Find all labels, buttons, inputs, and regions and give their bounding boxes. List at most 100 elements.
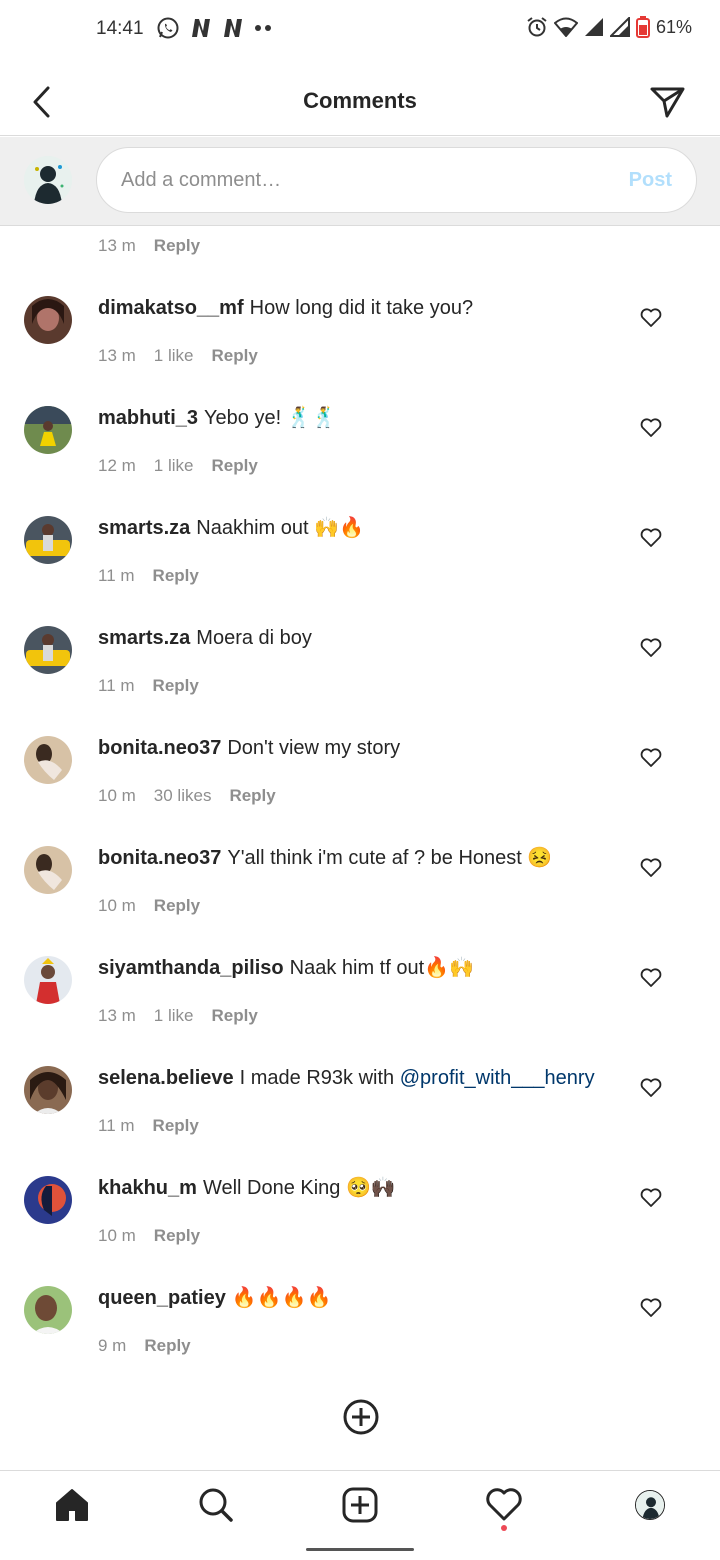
reply-button[interactable]: Reply [211,456,257,476]
tab-profile[interactable] [630,1485,670,1525]
comment-meta: 10 m Reply [98,1226,200,1246]
reply-button[interactable]: Reply [153,676,199,696]
reply-button[interactable]: Reply [154,896,200,916]
reply-button[interactable]: Reply [229,786,275,806]
comment-username[interactable]: bonita.neo37 [98,847,221,869]
like-count[interactable]: 1 like [154,456,194,476]
whatsapp-icon [157,17,179,39]
list-item: queen_patiey 🔥🔥🔥🔥 9 m Reply [0,1286,720,1396]
status-bar: 14:41 61% [0,0,720,60]
comment-body: Naakhim out 🙌🔥 [196,517,364,539]
tab-search[interactable] [196,1485,236,1525]
comment-username[interactable]: dimakatso__mf [98,297,244,319]
reply-button[interactable]: Reply [211,1006,257,1026]
tab-activity[interactable] [484,1485,524,1525]
comment-text: bonita.neo37 Don't view my story [98,736,618,760]
activity-notification-dot [501,1525,507,1531]
send-icon [650,87,685,118]
like-count[interactable]: 1 like [154,1006,194,1026]
comment-meta: 11 m Reply [98,676,199,696]
like-heart-icon[interactable] [640,1188,662,1208]
tab-home[interactable] [52,1485,92,1525]
comment-meta: 13 m 1 like Reply [98,1006,258,1026]
avatar[interactable] [24,736,72,784]
comment-text: queen_patiey 🔥🔥🔥🔥 [98,1286,618,1310]
list-item: smarts.za Naakhim out 🙌🔥 11 m Reply [0,516,720,626]
comment-body: Naak him tf out🔥🙌 [289,957,474,979]
comment-composer: Post [0,137,720,226]
comment-username[interactable]: queen_patiey [98,1287,226,1309]
more-notifications-icon [255,25,271,31]
like-count[interactable]: 1 like [154,346,194,366]
like-heart-icon[interactable] [640,308,662,328]
reply-button[interactable]: Reply [154,1226,200,1246]
comment-body: Y'all think i'm cute af ? be Honest 😣 [227,847,553,869]
list-item: bonita.neo37 Don't view my story 10 m 30 l… [0,736,720,846]
avatar[interactable] [24,1286,72,1334]
load-more-comments-icon[interactable] [342,1398,380,1436]
status-time: 14:41 [96,18,144,39]
comment-username[interactable]: mabhuti_3 [98,407,198,429]
comment-text: smarts.za Moera di boy [98,626,618,650]
comment-field[interactable]: Post [96,147,697,213]
share-button[interactable] [648,82,688,122]
reply-button[interactable]: Reply [154,236,200,256]
comment-text: dimakatso__mf How long did it take you? [98,296,618,320]
comment-username[interactable]: smarts.za [98,517,190,539]
like-heart-icon[interactable] [640,748,662,768]
comment-time: 12 m [98,456,136,475]
comment-body: Moera di boy [196,627,312,649]
signal-icon [609,17,630,37]
comment-text: siyamthanda_piliso Naak him tf out🔥🙌 [98,956,618,980]
like-heart-icon[interactable] [640,858,662,878]
tab-create[interactable] [340,1485,380,1525]
comment-text: khakhu_m Well Done King 🥺🙌🏿 [98,1176,618,1200]
avatar[interactable] [24,516,72,564]
list-item: siyamthanda_piliso Naak him tf out🔥🙌 13 m… [0,956,720,1066]
avatar[interactable] [24,846,72,894]
avatar[interactable] [24,296,72,344]
avatar[interactable] [24,626,72,674]
activity-heart-icon [486,1488,522,1521]
list-item: selena.believe I made R93k with @profit_w… [0,1066,720,1176]
mention-link[interactable]: @profit_with___henry [400,1067,595,1089]
avatar[interactable] [24,956,72,1004]
comment-body: How long did it take you? [249,297,474,319]
reply-button[interactable]: Reply [153,1116,199,1136]
avatar[interactable] [24,1066,72,1114]
comment-username[interactable]: selena.believe [98,1067,234,1089]
comment-time: 13 m [98,346,136,365]
home-indicator[interactable] [306,1548,414,1551]
comment-time: 10 m [98,896,136,915]
comments-list[interactable]: 13 m Reply dimakatso__mf How long did it … [0,226,720,1470]
header: Comments [0,62,720,136]
comment-meta: 13 m 1 like Reply [98,346,258,366]
comment-text: bonita.neo37 Y'all think i'm cute af ? be… [98,846,618,870]
like-heart-icon[interactable] [640,638,662,658]
comment-input[interactable] [121,168,629,192]
comment-time: 13 m [98,236,136,255]
like-heart-icon[interactable] [640,968,662,988]
comment-meta: 11 m Reply [98,566,199,586]
comment-username[interactable]: bonita.neo37 [98,737,221,759]
reply-button[interactable]: Reply [144,1336,190,1356]
comment-time: 10 m [98,1226,136,1245]
reply-button[interactable]: Reply [211,346,257,366]
post-button[interactable]: Post [629,169,672,192]
comment-username[interactable]: siyamthanda_piliso [98,957,284,979]
avatar[interactable] [24,1176,72,1224]
comment-time: 13 m [98,1006,136,1025]
like-count[interactable]: 30 likes [154,786,212,806]
reply-button[interactable]: Reply [153,566,199,586]
avatar[interactable] [24,406,72,454]
comment-text: selena.believe I made R93k with @profit_w… [98,1066,618,1090]
comment-meta: 12 m 1 like Reply [98,456,258,476]
like-heart-icon[interactable] [640,1078,662,1098]
like-heart-icon[interactable] [640,1298,662,1318]
comment-username[interactable]: smarts.za [98,627,190,649]
like-heart-icon[interactable] [640,418,662,438]
bottom-tab-bar [0,1470,720,1538]
comment-username[interactable]: khakhu_m [98,1177,197,1199]
like-heart-icon[interactable] [640,528,662,548]
signal-icon [584,18,603,36]
